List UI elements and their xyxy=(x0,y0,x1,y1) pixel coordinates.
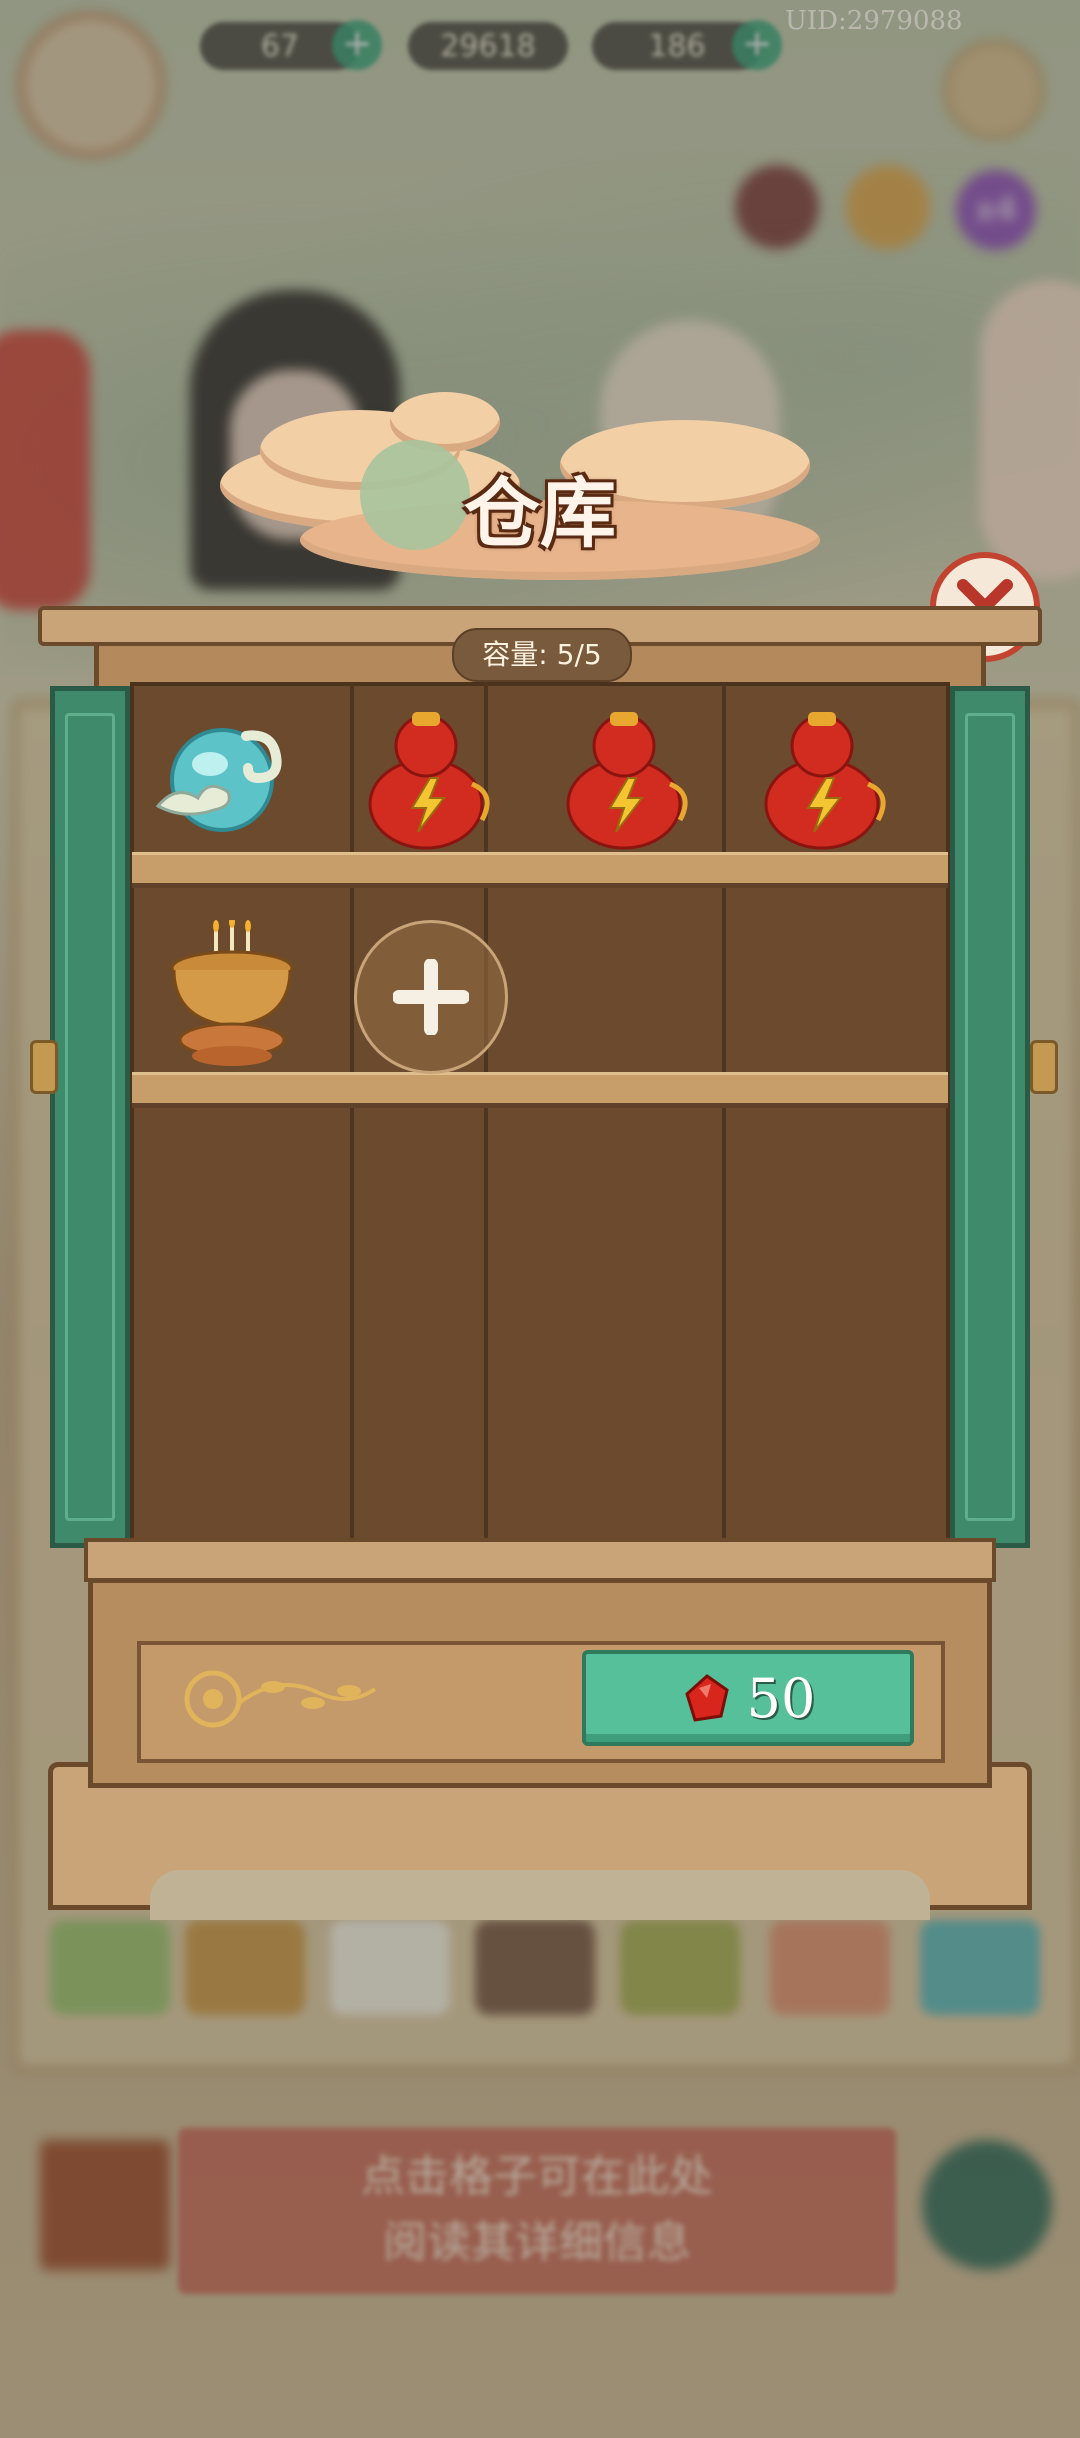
red-gem-icon xyxy=(684,1674,729,1722)
door-hinge xyxy=(30,1040,58,1094)
back-plank-divider xyxy=(722,682,726,1542)
door-hinge xyxy=(1030,1040,1058,1094)
energy-gourd-icon xyxy=(764,712,886,850)
cabinet-door-right xyxy=(950,686,1030,1548)
energy-gourd-icon xyxy=(566,712,688,850)
storage-slot-5[interactable] xyxy=(156,916,296,1066)
cloud-orb-icon xyxy=(155,728,282,832)
back-plank-divider xyxy=(350,682,354,1542)
capacity-badge: 容量: 5/5 xyxy=(452,628,632,682)
cabinet-door-left xyxy=(50,686,130,1548)
energy-gourd-icon xyxy=(368,712,490,850)
storage-slot-2[interactable] xyxy=(356,704,496,850)
shelf-1 xyxy=(132,852,948,888)
buy-slot-button[interactable]: 50 xyxy=(582,1650,914,1746)
floral-carving-icon xyxy=(184,1670,377,1728)
incense-burner-icon xyxy=(170,916,294,1066)
add-slot-button[interactable] xyxy=(354,920,508,1074)
buy-price: 50 xyxy=(746,1666,816,1730)
storage-slot-4[interactable] xyxy=(752,704,892,850)
storage-slot-3[interactable] xyxy=(554,704,694,850)
plinth-cutout xyxy=(150,1870,930,1920)
cabinet-base-top xyxy=(84,1538,996,1582)
plus-icon xyxy=(393,959,469,1035)
storage-slot-1[interactable] xyxy=(150,706,290,846)
warehouse-title: 仓库 xyxy=(464,469,616,558)
